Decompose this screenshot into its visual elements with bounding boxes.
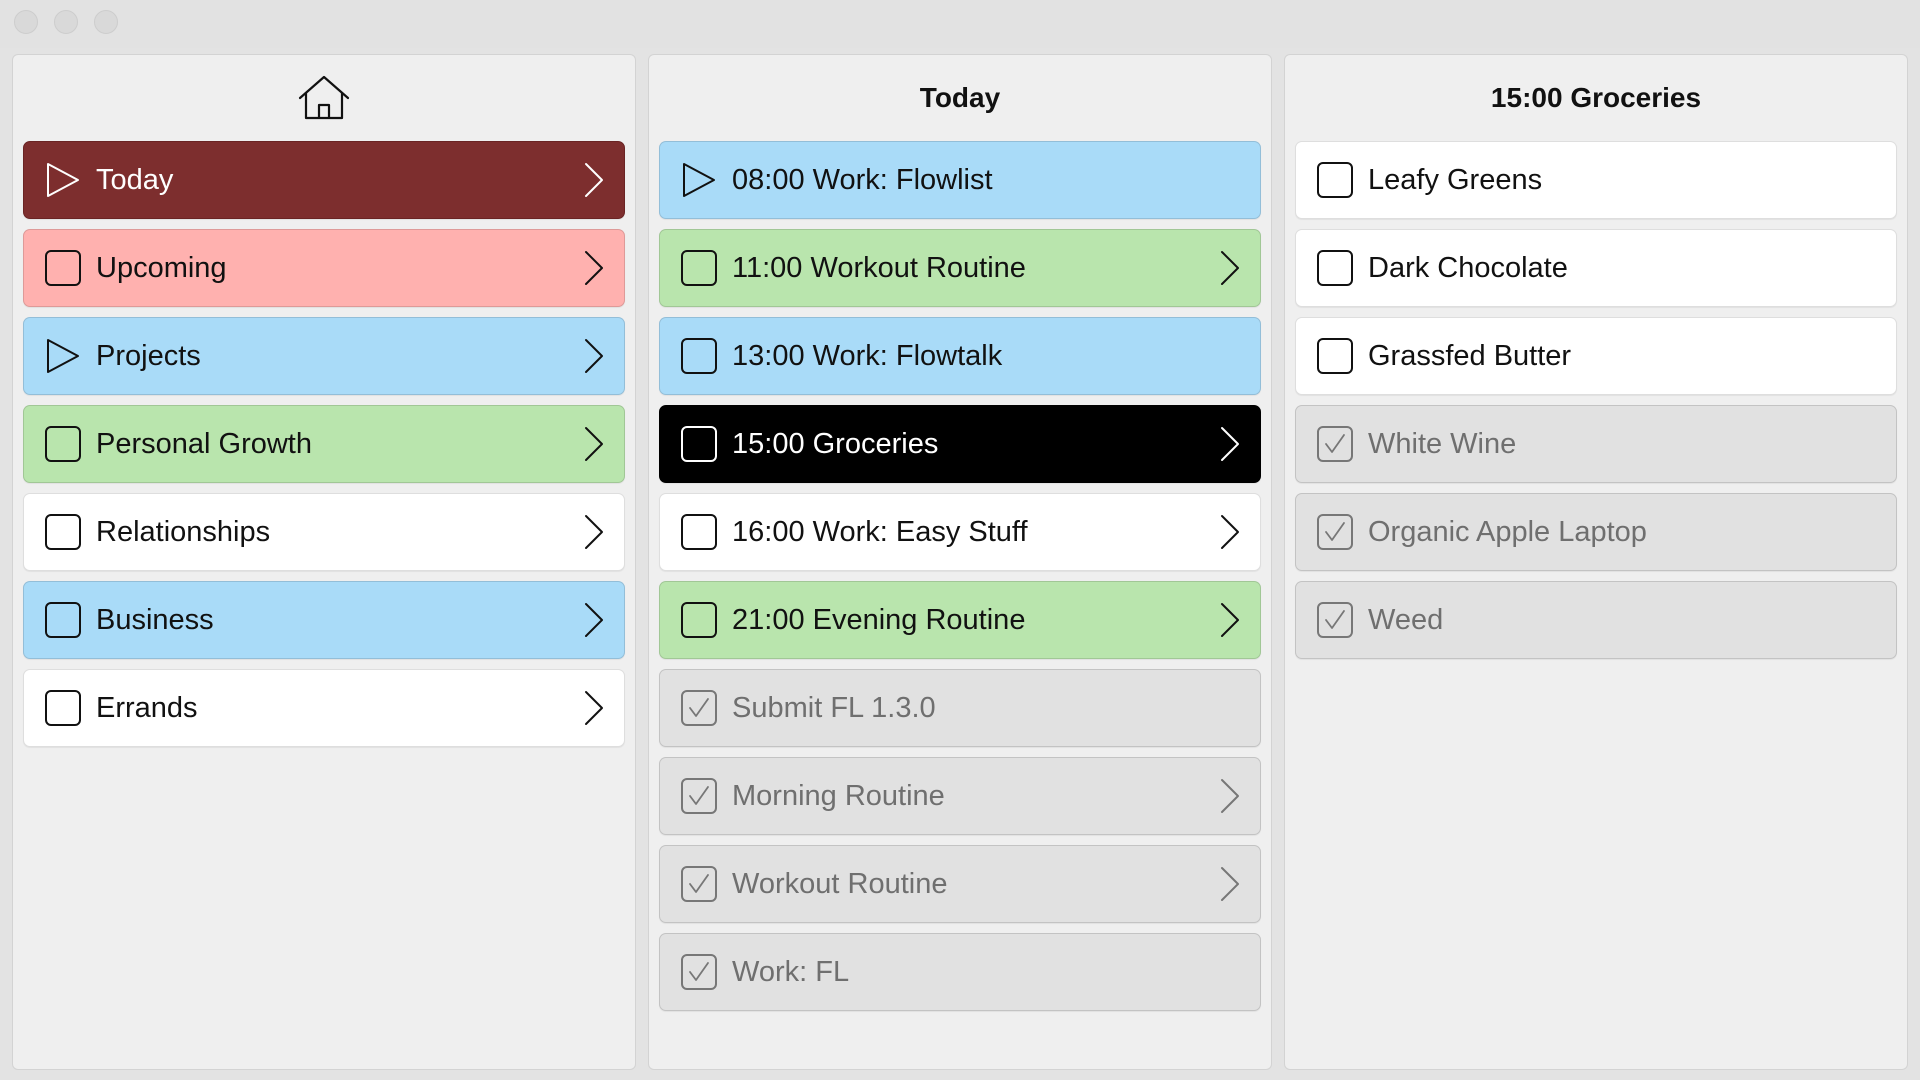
- list-item[interactable]: 13:00 Work: Flowtalk: [659, 317, 1261, 395]
- item-list: 08:00 Work: Flowlist 11:00 Workout Routin…: [649, 141, 1271, 1011]
- chevron-right-icon: [585, 691, 603, 725]
- checked-icon[interactable]: [680, 777, 718, 815]
- checkbox-icon[interactable]: [1316, 161, 1354, 199]
- chevron-right-icon: [585, 339, 603, 373]
- list-item[interactable]: Workout Routine: [659, 845, 1261, 923]
- play-icon[interactable]: [680, 161, 718, 199]
- chevron-right-icon: [1221, 603, 1239, 637]
- checked-icon[interactable]: [680, 865, 718, 903]
- chevron-right-icon: [1221, 867, 1239, 901]
- close-window-button[interactable]: [14, 10, 38, 34]
- chevron-right-icon: [585, 603, 603, 637]
- list-item-label: Work: FL: [732, 955, 850, 988]
- play-icon[interactable]: [44, 337, 82, 375]
- list-item[interactable]: Leafy Greens: [1295, 141, 1897, 219]
- column-root: Today Upcoming Projects Personal Growth Rela…: [12, 54, 636, 1070]
- chevron-right-icon: [585, 427, 603, 461]
- minimize-window-button[interactable]: [54, 10, 78, 34]
- column-browser: Today Upcoming Projects Personal Growth Rela…: [12, 54, 1908, 1070]
- checkbox-icon[interactable]: [680, 425, 718, 463]
- chevron-right-icon: [1221, 251, 1239, 285]
- list-item-label: 08:00 Work: Flowlist: [732, 163, 993, 196]
- home-icon[interactable]: [296, 73, 352, 123]
- checkbox-icon[interactable]: [44, 249, 82, 287]
- list-item[interactable]: Submit FL 1.3.0: [659, 669, 1261, 747]
- list-item[interactable]: 11:00 Workout Routine: [659, 229, 1261, 307]
- list-item-label: Today: [96, 163, 174, 196]
- zoom-window-button[interactable]: [94, 10, 118, 34]
- list-item-label: Submit FL 1.3.0: [732, 691, 936, 724]
- checkbox-icon[interactable]: [680, 601, 718, 639]
- list-item-label: Grassfed Butter: [1368, 339, 1572, 372]
- list-item[interactable]: Dark Chocolate: [1295, 229, 1897, 307]
- list-item[interactable]: Relationships: [23, 493, 625, 571]
- list-item-label: 11:00 Workout Routine: [732, 251, 1026, 284]
- checkbox-icon[interactable]: [44, 513, 82, 551]
- list-item[interactable]: Upcoming: [23, 229, 625, 307]
- checked-icon[interactable]: [1316, 513, 1354, 551]
- checkbox-icon[interactable]: [44, 601, 82, 639]
- column-title: 15:00 Groceries: [1490, 82, 1702, 113]
- chevron-right-icon: [1221, 427, 1239, 461]
- column-groceries: 15:00 Groceries Leafy Greens Dark Chocola…: [1284, 54, 1908, 1070]
- list-item-label: 16:00 Work: Easy Stuff: [732, 515, 1028, 548]
- list-item-label: Weed: [1368, 603, 1444, 636]
- list-item[interactable]: 08:00 Work: Flowlist: [659, 141, 1261, 219]
- list-item[interactable]: Projects: [23, 317, 625, 395]
- list-item[interactable]: Business: [23, 581, 625, 659]
- list-item-label: 15:00 Groceries: [732, 427, 939, 460]
- list-item[interactable]: Errands: [23, 669, 625, 747]
- chevron-right-icon: [585, 251, 603, 285]
- list-item-label: Leafy Greens: [1368, 163, 1543, 196]
- list-item[interactable]: Personal Growth: [23, 405, 625, 483]
- list-item-label: Morning Routine: [732, 779, 945, 812]
- list-item-label: 13:00 Work: Flowtalk: [732, 339, 1003, 372]
- list-item[interactable]: Today: [23, 141, 625, 219]
- list-item[interactable]: 21:00 Evening Routine: [659, 581, 1261, 659]
- checkbox-icon[interactable]: [680, 337, 718, 375]
- list-item-label: Errands: [96, 691, 198, 724]
- list-item-label: Business: [96, 603, 214, 636]
- checked-icon[interactable]: [680, 689, 718, 727]
- list-item-label: Workout Routine: [732, 867, 948, 900]
- checkbox-icon[interactable]: [1316, 337, 1354, 375]
- checkbox-icon[interactable]: [44, 425, 82, 463]
- list-item[interactable]: Grassfed Butter: [1295, 317, 1897, 395]
- chevron-right-icon: [585, 515, 603, 549]
- checkbox-icon[interactable]: [680, 249, 718, 287]
- checkbox-icon[interactable]: [44, 689, 82, 727]
- list-item[interactable]: Morning Routine: [659, 757, 1261, 835]
- item-list: Today Upcoming Projects Personal Growth Rela…: [13, 141, 635, 747]
- list-item-label: Relationships: [96, 515, 271, 548]
- column-today: Today 08:00 Work: Flowlist 11:00 Workout …: [648, 54, 1272, 1070]
- checkbox-icon[interactable]: [680, 513, 718, 551]
- chevron-right-icon: [585, 163, 603, 197]
- list-item[interactable]: 15:00 Groceries: [659, 405, 1261, 483]
- play-icon[interactable]: [44, 161, 82, 199]
- list-item[interactable]: Organic Apple Laptop: [1295, 493, 1897, 571]
- column-header: [13, 55, 635, 141]
- list-item[interactable]: Weed: [1295, 581, 1897, 659]
- item-list: Leafy Greens Dark Chocolate Grassfed Butte…: [1285, 141, 1907, 659]
- list-item-label: Personal Growth: [96, 427, 312, 460]
- list-item-label: 21:00 Evening Routine: [732, 603, 1026, 636]
- chevron-right-icon: [1221, 515, 1239, 549]
- list-item-label: White Wine: [1368, 427, 1517, 460]
- list-item-label: Organic Apple Laptop: [1368, 515, 1647, 548]
- list-item-label: Upcoming: [96, 251, 227, 284]
- list-item-label: Dark Chocolate: [1368, 251, 1568, 284]
- list-item[interactable]: Work: FL: [659, 933, 1261, 1011]
- checked-icon[interactable]: [1316, 425, 1354, 463]
- list-item-label: Projects: [96, 339, 201, 372]
- checked-icon[interactable]: [1316, 601, 1354, 639]
- column-title: Today: [919, 82, 1001, 113]
- checkbox-icon[interactable]: [1316, 249, 1354, 287]
- chevron-right-icon: [1221, 779, 1239, 813]
- checked-icon[interactable]: [680, 953, 718, 991]
- window-titlebar: [0, 0, 1920, 48]
- list-item[interactable]: 16:00 Work: Easy Stuff: [659, 493, 1261, 571]
- list-item[interactable]: White Wine: [1295, 405, 1897, 483]
